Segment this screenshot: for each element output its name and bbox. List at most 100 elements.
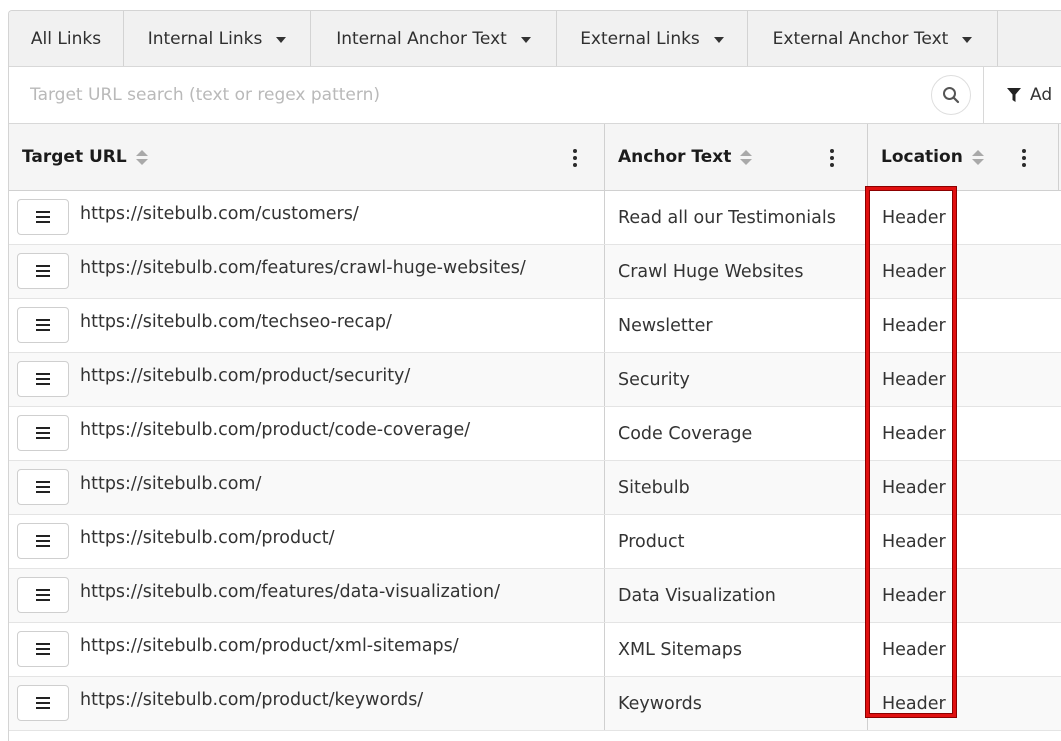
tab-internal-anchor-text[interactable]: Internal Anchor Text bbox=[311, 11, 557, 66]
hamburger-menu-icon bbox=[36, 211, 50, 223]
anchor-text-cell: XML Sitemaps bbox=[605, 623, 868, 676]
target-url-link[interactable]: https://sitebulb.com/product/code-covera… bbox=[80, 420, 470, 440]
tab-bar: All Links Internal Links Internal Anchor… bbox=[9, 11, 1061, 67]
chevron-down-icon bbox=[276, 36, 287, 43]
anchor-text-cell: Read all our Testimonials bbox=[605, 191, 868, 244]
row-menu-button[interactable] bbox=[17, 199, 69, 235]
anchor-text-cell: Sitebulb bbox=[605, 461, 868, 514]
target-url-link[interactable]: https://sitebulb.com/product/keywords/ bbox=[80, 690, 423, 710]
row-menu-button[interactable] bbox=[17, 253, 69, 289]
target-url-link[interactable]: https://sitebulb.com/features/crawl-huge… bbox=[80, 258, 526, 278]
search-input[interactable] bbox=[9, 67, 979, 123]
target-url-link[interactable]: https://sitebulb.com/product/ bbox=[80, 528, 335, 548]
target-url-link[interactable]: https://sitebulb.com/techseo-recap/ bbox=[80, 312, 392, 332]
filter-icon bbox=[1007, 87, 1021, 102]
table-header: Target URL Anchor Text Location bbox=[9, 124, 1061, 191]
target-url-cell: https://sitebulb.com/customers/ bbox=[9, 191, 605, 244]
tab-label: Internal Anchor Text bbox=[336, 28, 507, 49]
target-url-cell: https://sitebulb.com/features/crawl-huge… bbox=[9, 245, 605, 298]
search-icon bbox=[943, 87, 960, 104]
row-menu-button[interactable] bbox=[17, 307, 69, 343]
chevron-down-icon bbox=[520, 36, 531, 43]
tab-label: All Links bbox=[30, 28, 102, 49]
sort-icon[interactable] bbox=[740, 149, 753, 165]
sort-icon[interactable] bbox=[135, 149, 148, 165]
location-cell: Header bbox=[882, 478, 946, 498]
location-cell: Header bbox=[882, 208, 946, 228]
target-url-link[interactable]: https://sitebulb.com/customers/ bbox=[80, 204, 359, 224]
target-url-link[interactable]: https://sitebulb.com/product/xml-sitemap… bbox=[80, 636, 459, 656]
anchor-text-cell: Data Visualization bbox=[605, 569, 868, 622]
anchor-text-cell: Crawl Huge Websites bbox=[605, 245, 868, 298]
location-cell: Header bbox=[882, 316, 946, 336]
hamburger-menu-icon bbox=[36, 589, 50, 601]
anchor-text-cell: Keywords bbox=[605, 677, 868, 730]
tab-label: Internal Links bbox=[147, 28, 263, 49]
target-url-link[interactable]: https://sitebulb.com/product/security/ bbox=[80, 366, 410, 386]
tab-internal-links[interactable]: Internal Links bbox=[124, 11, 311, 66]
column-title: Location bbox=[881, 147, 963, 167]
kebab-menu-icon[interactable] bbox=[573, 149, 577, 167]
hamburger-menu-icon bbox=[36, 643, 50, 655]
hamburger-menu-icon bbox=[36, 373, 50, 385]
kebab-menu-icon[interactable] bbox=[830, 149, 834, 167]
hamburger-menu-icon bbox=[36, 535, 50, 547]
table-row: https://sitebulb.com/customers/ Read all… bbox=[9, 191, 1061, 245]
location-cell: Header bbox=[882, 370, 946, 390]
target-url-cell: https://sitebulb.com/features/data-visua… bbox=[9, 569, 605, 622]
location-cell: Header bbox=[882, 424, 946, 444]
location-cell: Header bbox=[882, 586, 946, 606]
table-row: https://sitebulb.com/techseo-recap/ News… bbox=[9, 299, 1061, 353]
anchor-text-cell: Security bbox=[605, 353, 868, 406]
column-header-target-url[interactable]: Target URL bbox=[9, 124, 605, 190]
row-menu-button[interactable] bbox=[17, 361, 69, 397]
target-url-cell: https://sitebulb.com/product/code-covera… bbox=[9, 407, 605, 460]
advanced-filter-label: Ad bbox=[1030, 85, 1053, 105]
column-header-anchor-text[interactable]: Anchor Text bbox=[605, 124, 868, 190]
anchor-text-cell: Newsletter bbox=[605, 299, 868, 352]
row-menu-button[interactable] bbox=[17, 469, 69, 505]
tab-external-anchor-text[interactable]: External Anchor Text bbox=[748, 11, 998, 66]
hamburger-menu-icon bbox=[36, 319, 50, 331]
table-row: https://sitebulb.com/product/xml-sitemap… bbox=[9, 623, 1061, 677]
target-url-cell: https://sitebulb.com/product/keywords/ bbox=[9, 677, 605, 730]
row-menu-button[interactable] bbox=[17, 415, 69, 451]
search-bar: Ad bbox=[9, 67, 1061, 124]
hamburger-menu-icon bbox=[36, 481, 50, 493]
hamburger-menu-icon bbox=[36, 265, 50, 277]
kebab-menu-icon[interactable] bbox=[1022, 149, 1026, 167]
column-header-location[interactable]: Location bbox=[868, 124, 1059, 190]
hamburger-menu-icon bbox=[36, 697, 50, 709]
chevron-down-icon bbox=[962, 36, 973, 43]
row-menu-button[interactable] bbox=[17, 631, 69, 667]
table-row: https://sitebulb.com/product/ Product He… bbox=[9, 515, 1061, 569]
target-url-cell: https://sitebulb.com/product/xml-sitemap… bbox=[9, 623, 605, 676]
target-url-cell: https://sitebulb.com/ bbox=[9, 461, 605, 514]
hamburger-menu-icon bbox=[36, 427, 50, 439]
target-url-cell: https://sitebulb.com/product/ bbox=[9, 515, 605, 568]
chevron-down-icon bbox=[713, 36, 724, 43]
column-title: Target URL bbox=[22, 147, 127, 167]
search-button[interactable] bbox=[931, 75, 971, 115]
row-menu-button[interactable] bbox=[17, 685, 69, 721]
tab-external-links[interactable]: External Links bbox=[557, 11, 748, 66]
table-row: https://sitebulb.com/product/keywords/ K… bbox=[9, 677, 1061, 731]
row-menu-button[interactable] bbox=[17, 577, 69, 613]
target-url-cell: https://sitebulb.com/techseo-recap/ bbox=[9, 299, 605, 352]
target-url-cell: https://sitebulb.com/product/security/ bbox=[9, 353, 605, 406]
tab-label: External Anchor Text bbox=[772, 28, 949, 49]
location-cell: Header bbox=[882, 640, 946, 660]
row-menu-button[interactable] bbox=[17, 523, 69, 559]
target-url-link[interactable]: https://sitebulb.com/features/data-visua… bbox=[80, 582, 500, 602]
advanced-filter-button[interactable]: Ad bbox=[1007, 67, 1052, 123]
table-row: https://sitebulb.com/ Sitebulb Header bbox=[9, 461, 1061, 515]
target-url-link[interactable]: https://sitebulb.com/ bbox=[80, 474, 261, 494]
table-row: https://sitebulb.com/product/security/ S… bbox=[9, 353, 1061, 407]
anchor-text-cell: Product bbox=[605, 515, 868, 568]
location-cell: Header bbox=[882, 532, 946, 552]
column-title: Anchor Text bbox=[618, 147, 732, 167]
location-cell: Header bbox=[882, 262, 946, 282]
links-panel: All Links Internal Links Internal Anchor… bbox=[8, 10, 1061, 741]
tab-all-links[interactable]: All Links bbox=[9, 11, 124, 66]
sort-icon[interactable] bbox=[971, 149, 984, 165]
